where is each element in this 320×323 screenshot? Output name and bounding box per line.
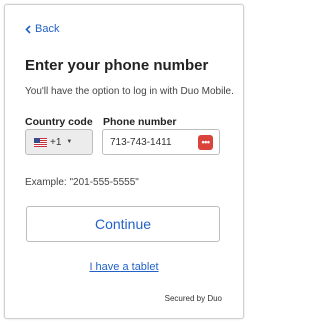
phone-number-input[interactable] [103,136,190,148]
caret-down-icon: ▼ [66,139,73,145]
secured-by-duo: Secured by Duo [164,294,222,303]
continue-button[interactable]: Continue [26,206,220,242]
country-code-select[interactable]: +1 ▼ [25,129,93,155]
tablet-link[interactable]: I have a tablet [5,261,243,273]
duo-prompt-card: Back Enter your phone number You'll have… [4,4,244,319]
us-flag-icon [34,137,47,147]
password-manager-icon[interactable]: ••• [198,135,213,150]
back-label: Back [35,23,60,35]
country-code-value: +1 [50,136,62,148]
ellipsis-icon: ••• [201,137,210,147]
phone-number-field[interactable]: ••• [102,129,220,155]
phone-number-label: Phone number [103,116,177,128]
chevron-left-icon [25,24,31,34]
page-title: Enter your phone number [25,57,209,74]
country-code-label: Country code [25,116,93,128]
back-link[interactable]: Back [25,23,59,35]
page-subtitle: You'll have the option to log in with Du… [25,86,234,97]
phone-example-hint: Example: "201-555-5555" [25,177,139,188]
